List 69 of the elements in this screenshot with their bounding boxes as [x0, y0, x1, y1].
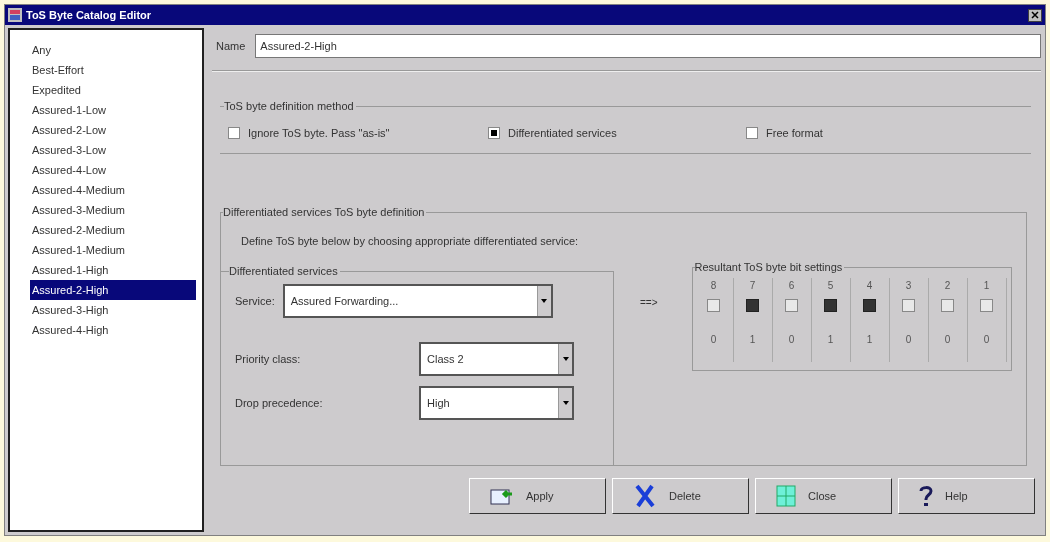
list-item[interactable]: Assured-1-Medium: [32, 240, 196, 260]
bit-value: 0: [788, 333, 795, 347]
dropdown[interactable]: Assured Forwarding...: [282, 284, 553, 318]
field-label: Priority class:: [235, 351, 302, 367]
bit-number: 4: [866, 279, 873, 293]
bit-value: 0: [983, 333, 990, 347]
list-item[interactable]: Assured-4-High: [32, 320, 196, 340]
radio-button[interactable]: [228, 127, 240, 140]
list-item[interactable]: Assured-2-Low: [32, 120, 196, 140]
folder-arrow-icon: [490, 486, 514, 506]
bit-number: 3: [905, 279, 912, 293]
option-label: Ignore ToS byte. Pass "as-is": [248, 126, 390, 141]
dropdown[interactable]: Class 2: [419, 342, 574, 376]
bit-number: 7: [749, 279, 756, 293]
list-item[interactable]: Any: [32, 40, 196, 60]
window-title: ToS Byte Catalog Editor: [26, 7, 152, 23]
field-label: Drop precedence:: [235, 395, 324, 411]
grid-icon: [776, 485, 796, 507]
bit-value: 0: [944, 333, 951, 347]
list-item[interactable]: Assured-2-Medium: [32, 220, 196, 240]
bit-value: 0: [905, 333, 912, 347]
name-field[interactable]: Assured-2-High: [255, 34, 1041, 58]
field-label: Service:: [235, 293, 275, 309]
arrow-text: ==>: [640, 296, 658, 307]
bit-value: 0: [710, 333, 717, 347]
bit-checkbox[interactable]: [824, 299, 838, 312]
list-item[interactable]: Assured-4-Low: [32, 160, 196, 180]
instruction-text: Define ToS byte below by choosing appropriate differentiated service:: [241, 234, 579, 249]
dropdown-arrow-icon: [541, 299, 548, 303]
list-item[interactable]: Assured-3-Low: [32, 140, 196, 160]
list-item[interactable]: Expedited: [32, 80, 196, 100]
dialog-button[interactable]: Close: [755, 478, 892, 514]
dialog-button[interactable]: Apply: [469, 478, 606, 514]
bit-number: 1: [983, 279, 990, 293]
option-label: Differentiated services: [508, 126, 617, 141]
close-button[interactable]: [1028, 8, 1042, 22]
list-item[interactable]: Assured-1-Low: [32, 100, 196, 120]
app-icon: [8, 8, 22, 22]
bit-number: 6: [788, 279, 795, 293]
list-item[interactable]: Assured-4-Medium: [32, 180, 196, 200]
name-label: Name: [216, 38, 246, 54]
bit-checkbox[interactable]: [980, 299, 994, 312]
list-item[interactable]: Assured-1-High: [32, 260, 196, 280]
radio-button[interactable]: [746, 127, 758, 140]
list-item[interactable]: Assured-2-High: [30, 280, 196, 300]
bit-number: 5: [827, 279, 834, 293]
delete-icon: [633, 484, 657, 508]
bit-number: 8: [710, 279, 717, 293]
dropdown[interactable]: High: [419, 386, 574, 420]
radio-button[interactable]: [488, 127, 500, 140]
bit-number: 2: [944, 279, 951, 293]
list-item[interactable]: Best-Effort: [32, 60, 196, 80]
bit-checkbox[interactable]: [785, 299, 799, 312]
help-icon: [919, 485, 933, 507]
bit-checkbox[interactable]: [863, 299, 877, 312]
bit-checkbox[interactable]: [941, 299, 955, 312]
dialog-button[interactable]: Delete: [612, 478, 749, 514]
list-item[interactable]: Assured-3-High: [32, 300, 196, 320]
dropdown-arrow-icon: [562, 401, 569, 405]
bit-value: 1: [749, 333, 756, 347]
bit-checkbox[interactable]: [707, 299, 721, 312]
dialog-button[interactable]: Help: [898, 478, 1035, 514]
option-label: Free format: [766, 126, 823, 141]
bit-value: 1: [866, 333, 873, 347]
dropdown-arrow-icon: [562, 357, 569, 361]
bit-value: 1: [827, 333, 834, 347]
bit-checkbox[interactable]: [746, 299, 760, 312]
bit-checkbox[interactable]: [902, 299, 916, 312]
list-item[interactable]: Assured-3-Medium: [32, 200, 196, 220]
